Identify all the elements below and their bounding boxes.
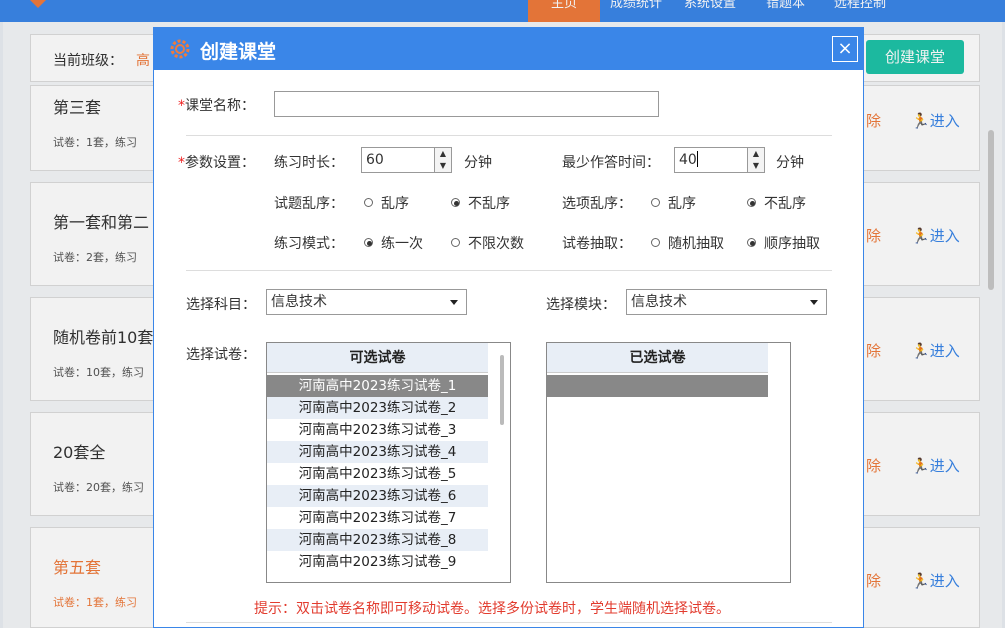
dialog-title: 创建课堂 [200, 41, 277, 63]
list-item[interactable]: 河南高中2023练习试卷_5 [267, 463, 488, 485]
list-scrollbar[interactable] [500, 355, 504, 425]
min-time-input[interactable]: 40 [674, 147, 748, 173]
shuffle-options-yes[interactable]: 乱序 [651, 193, 696, 213]
shuffle-questions-no[interactable]: 不乱序 [451, 193, 510, 213]
divider [186, 135, 832, 136]
draw-random[interactable]: 随机抽取 [651, 233, 724, 253]
list-item[interactable]: 河南高中2023练习试卷_8 [267, 529, 488, 551]
shuffle-options-no[interactable]: 不乱序 [747, 193, 806, 213]
min-time-unit: 分钟 [776, 155, 804, 171]
list-item[interactable]: 河南高中2023练习试卷_1 [267, 375, 488, 397]
chevron-down-icon [450, 300, 458, 305]
selected-header: 已选试卷 [547, 343, 768, 373]
list-item[interactable]: 河南高中2023练习试卷_6 [267, 485, 488, 507]
list-item[interactable]: 河南高中2023练习试卷_7 [267, 507, 488, 529]
practice-mode-label: 练习模式： [274, 236, 344, 252]
min-time-label: 最少作答时间： [562, 155, 660, 171]
paper-label: 选择试卷： [186, 347, 256, 363]
close-button[interactable]: × [832, 36, 858, 62]
subject-select[interactable]: 信息技术 [266, 289, 467, 315]
class-name-input[interactable] [274, 91, 659, 117]
list-item[interactable] [547, 375, 768, 397]
paper-draw-label: 试卷抽取： [562, 236, 632, 252]
duration-stepper[interactable]: ▲ ▼ [434, 147, 452, 173]
class-name-label: *课堂名称： [178, 98, 255, 114]
gear-icon [170, 39, 190, 59]
mode-unlimited[interactable]: 不限次数 [451, 233, 524, 253]
module-select[interactable]: 信息技术 [626, 289, 827, 315]
mode-once[interactable]: 练一次 [364, 233, 423, 253]
params-label: *参数设置： [178, 155, 255, 171]
list-item[interactable]: 河南高中2023练习试卷_3 [267, 419, 488, 441]
divider [186, 622, 832, 623]
dialog-header: 创建课堂 × [154, 28, 863, 70]
available-header: 可选试卷 [267, 343, 488, 373]
available-papers-list[interactable]: 可选试卷 河南高中2023练习试卷_1 河南高中2023练习试卷_2 河南高中2… [266, 342, 511, 583]
create-class-dialog: 创建课堂 × *课堂名称： *参数设置： 练习时长： 60 ▲ ▼ 分钟 最少作答… [153, 27, 864, 628]
min-time-stepper[interactable]: ▲ ▼ [747, 147, 765, 173]
list-item[interactable]: 河南高中2023练习试卷_4 [267, 441, 488, 463]
hint-text: 提示：双击试卷名称即可移动试卷。选择多份试卷时，学生端随机选择试卷。 [254, 601, 730, 617]
chevron-down-icon [810, 300, 818, 305]
selected-papers-list[interactable]: 已选试卷 [546, 342, 791, 583]
subject-label: 选择科目： [186, 297, 256, 313]
duration-label: 练习时长： [274, 155, 344, 171]
shuffle-options-label: 选项乱序： [562, 196, 632, 212]
shuffle-questions-label: 试题乱序： [274, 196, 344, 212]
duration-input[interactable]: 60 [361, 147, 435, 173]
list-item[interactable]: 河南高中2023练习试卷_9 [267, 551, 488, 573]
shuffle-questions-yes[interactable]: 乱序 [364, 193, 409, 213]
divider [186, 270, 832, 271]
close-icon: × [837, 38, 853, 59]
draw-sequential[interactable]: 顺序抽取 [747, 233, 820, 253]
duration-unit: 分钟 [464, 155, 492, 171]
list-item[interactable]: 河南高中2023练习试卷_2 [267, 397, 488, 419]
module-label: 选择模块： [546, 297, 616, 313]
